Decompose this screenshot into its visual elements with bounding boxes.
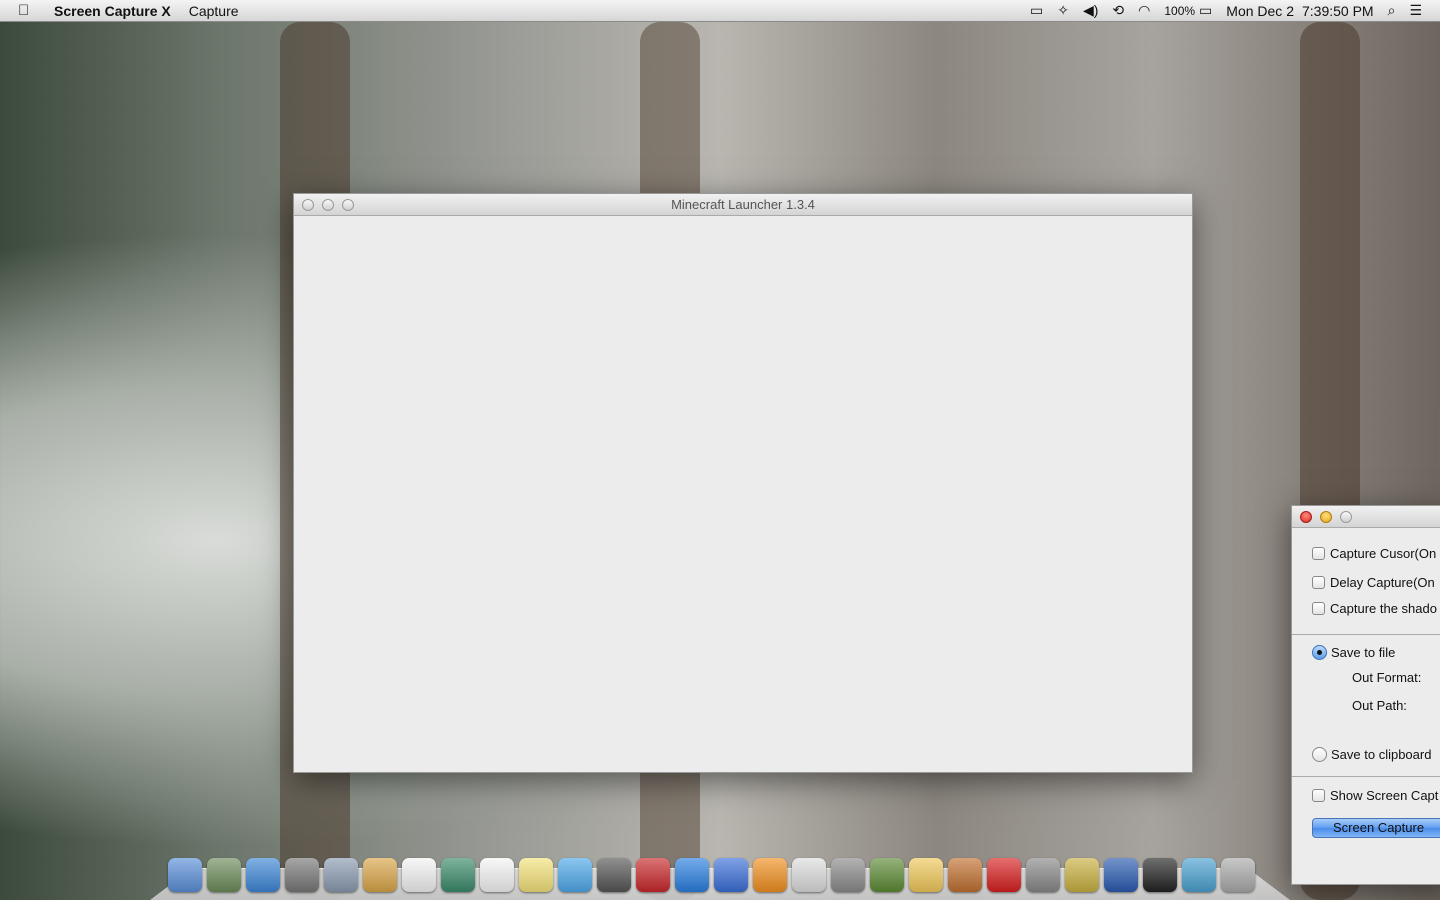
label: Capture the shado [1330,601,1437,616]
facetime-icon[interactable] [597,858,631,892]
divider [1292,634,1440,635]
label: Delay Capture(On [1330,575,1435,590]
radio[interactable] [1312,747,1327,762]
wifi-icon[interactable]: ◠ [1138,2,1150,19]
messages-icon[interactable] [558,858,592,892]
divider [1292,776,1440,777]
delay-capture-checkbox[interactable]: Delay Capture(On [1312,575,1435,590]
menu-bar:  Screen Capture X Capture ▭ ✧ ◀) ⟲ ◠ 10… [0,0,1440,22]
airplay-icon[interactable]: ▭ [1030,2,1043,19]
finder-icon[interactable] [168,858,202,892]
window-title: Minecraft Launcher 1.3.4 [671,197,815,212]
ball-game-icon[interactable] [1143,858,1177,892]
racing-game-icon[interactable] [1065,858,1099,892]
minimize-button[interactable] [1320,510,1332,523]
time-machine-icon[interactable]: ⟲ [1112,2,1124,19]
checkbox[interactable] [1312,576,1325,589]
label: Save to file [1331,645,1396,660]
screen-sharing-icon[interactable] [1182,858,1216,892]
checkbox[interactable] [1312,789,1325,802]
app-menu[interactable]: Screen Capture X [54,3,171,19]
minecraft-icon[interactable] [870,858,904,892]
zoom-button[interactable] [1340,510,1352,523]
ibooks-icon[interactable] [753,858,787,892]
textedit-icon[interactable] [909,858,943,892]
title-bar[interactable]: Minecraft Launcher 1.3.4 [294,194,1192,216]
system-preferences-icon[interactable] [831,858,865,892]
spotlight-icon[interactable]: ⌕ [1388,2,1396,19]
title-bar[interactable] [1292,506,1440,528]
date[interactable]: Mon Dec 2 [1226,3,1294,19]
out-format-label: Out Format: [1352,670,1422,685]
itunes-icon[interactable] [714,858,748,892]
notification-center-icon[interactable]: ☰ [1409,2,1422,19]
reminders-icon[interactable] [480,858,514,892]
trash-icon[interactable] [1221,858,1255,892]
iphoto-icon[interactable] [441,858,475,892]
safari-icon[interactable] [246,858,280,892]
label: Capture Cusor(On [1330,546,1437,561]
gta-san-andreas-icon[interactable] [1026,858,1060,892]
photo-booth-icon[interactable] [636,858,670,892]
app-store-icon[interactable] [675,858,709,892]
capture-shadow-checkbox[interactable]: Capture the shado [1312,601,1437,616]
game-icon[interactable] [948,858,982,892]
clock[interactable]: 7:39:50 PM [1302,3,1374,19]
checkbox[interactable] [1312,602,1325,615]
battery-percent: 100% [1164,3,1196,18]
label: Show Screen Capt [1330,788,1439,803]
mail-icon[interactable] [324,858,358,892]
out-path-label: Out Path: [1352,698,1407,713]
close-button[interactable] [1300,510,1312,523]
apple-menu-icon[interactable]:  [18,2,38,19]
screen-capture-button[interactable]: Screen Capture [1312,818,1440,838]
preview-icon[interactable] [207,858,241,892]
checkbox[interactable] [1312,547,1325,560]
menu-capture[interactable]: Capture [189,3,239,19]
save-to-clipboard-radio[interactable]: Save to clipboard [1312,747,1431,762]
radio[interactable] [1312,645,1327,660]
battery-icon[interactable]: ▭ [1199,2,1212,19]
skitch-pro-icon[interactable] [987,858,1021,892]
dock-icons [168,858,1255,892]
save-to-file-radio[interactable]: Save to file [1312,645,1395,660]
minecraft-launcher-window: Minecraft Launcher 1.3.4 [293,193,1193,773]
bluetooth-icon[interactable]: ✧ [1057,2,1069,19]
maps-icon[interactable] [792,858,826,892]
launchpad-icon[interactable] [285,858,319,892]
f1-icon[interactable] [1104,858,1138,892]
volume-icon[interactable]: ◀) [1083,2,1098,19]
screen-capture-window: Capture Cusor(On Delay Capture(On Captur… [1291,505,1440,885]
show-screen-capture-checkbox[interactable]: Show Screen Capt [1312,788,1438,803]
capture-cursor-checkbox[interactable]: Capture Cusor(On [1312,546,1436,561]
calendar-icon[interactable] [402,858,436,892]
label: Save to clipboard [1331,747,1432,762]
notes-icon[interactable] [519,858,553,892]
contacts-icon[interactable] [363,858,397,892]
